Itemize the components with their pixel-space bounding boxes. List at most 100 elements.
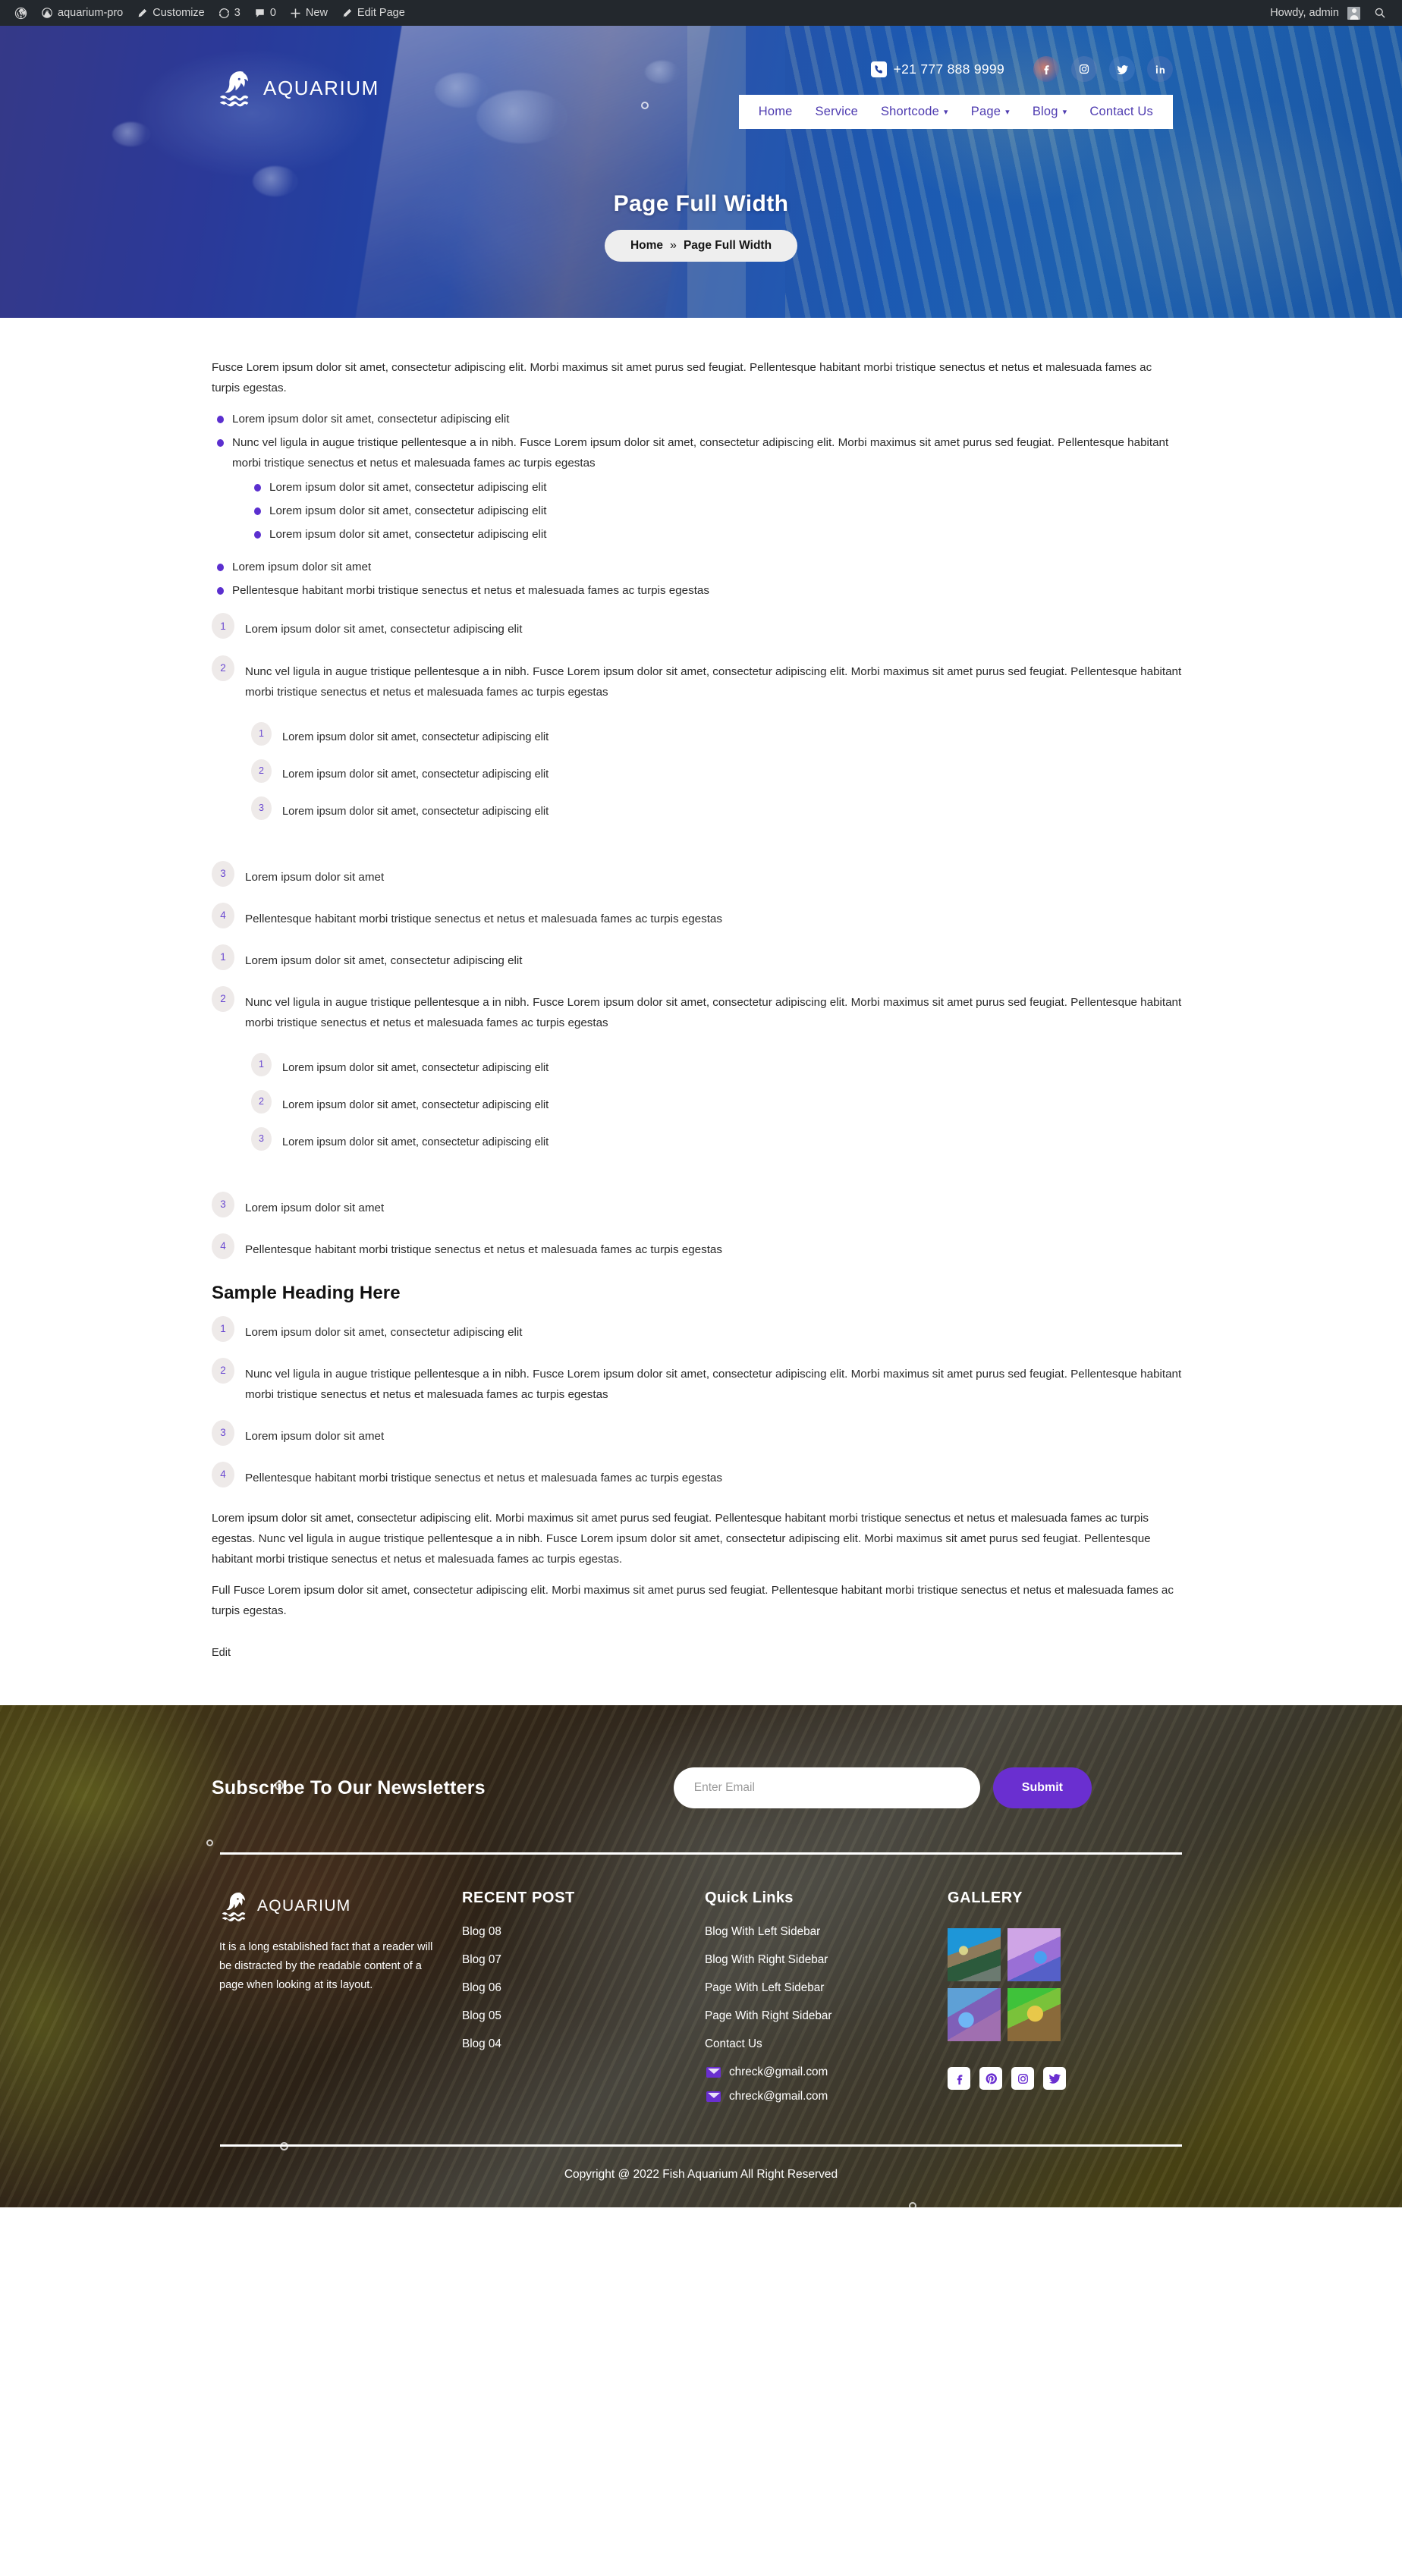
- list-item: 4 Pellentesque habitant morbi tristique …: [212, 1233, 1190, 1260]
- list-item: Page With Left Sidebar: [705, 1981, 948, 1995]
- nav-item-page[interactable]: Page ▾: [971, 105, 1010, 119]
- recent-post-link[interactable]: Blog 07: [462, 1953, 501, 1966]
- email-input[interactable]: [673, 1767, 980, 1809]
- list-item: Lorem ipsum dolor sit amet, consectetur …: [212, 409, 1190, 429]
- user-avatar-icon: [1347, 6, 1360, 20]
- footer-columns: AQUARIUM It is a long established fact t…: [212, 1855, 1190, 2144]
- comments-count: 0: [269, 7, 276, 19]
- nav-item-service[interactable]: Service: [816, 105, 858, 119]
- dolphin-logo-icon: [219, 1890, 251, 1923]
- list-number-badge: 1: [212, 944, 234, 970]
- recent-post-link[interactable]: Blog 04: [462, 2037, 501, 2050]
- quick-link[interactable]: Blog With Left Sidebar: [705, 1925, 820, 1938]
- list-item-text: Lorem ipsum dolor sit amet: [245, 1201, 385, 1214]
- admin-bar-left-group: aquarium-pro Customize 3 0 New Edit Page: [0, 0, 412, 26]
- instagram-icon[interactable]: [1011, 2067, 1034, 2091]
- list-number-badge: 3: [212, 860, 234, 887]
- facebook-icon[interactable]: [948, 2067, 970, 2091]
- header-contact-row: +21 777 888 9999: [870, 56, 1173, 82]
- breadcrumb-home-link[interactable]: Home: [630, 239, 663, 253]
- new-content-button[interactable]: New: [283, 0, 335, 26]
- header-top-row: AQUARIUM +21 777 888 9999 Home Service S…: [0, 26, 1402, 129]
- phone-icon: [870, 61, 887, 77]
- list-item-text: Lorem ipsum dolor sit amet, consectetur …: [282, 768, 549, 781]
- list-item: 2 Lorem ipsum dolor sit amet, consectetu…: [251, 759, 1190, 785]
- quick-links-list: Blog With Left Sidebar Blog With Right S…: [705, 1925, 948, 2051]
- page-content: Fusce Lorem ipsum dolor sit amet, consec…: [0, 318, 1402, 1706]
- list-item-text: Lorem ipsum dolor sit amet, consectetur …: [282, 805, 549, 818]
- footer-email-2[interactable]: chreck@gmail.com: [705, 2090, 948, 2103]
- nav-item-home[interactable]: Home: [759, 105, 793, 119]
- my-account-menu[interactable]: Howdy, admin: [1263, 0, 1367, 26]
- list-item-text: Nunc vel ligula in augue tristique pelle…: [245, 1367, 1182, 1401]
- edit-post-link[interactable]: Edit: [212, 1647, 231, 1659]
- gallery-thumb-blue-school[interactable]: [948, 1988, 1001, 2042]
- twitter-icon[interactable]: [1043, 2067, 1066, 2091]
- list-item: Blog 08: [462, 1925, 705, 1939]
- quick-link[interactable]: Blog With Right Sidebar: [705, 1953, 828, 1966]
- edit-page-button[interactable]: Edit Page: [335, 0, 412, 26]
- recent-post-heading: RECENT POST: [462, 1890, 575, 1907]
- quick-links-heading: Quick Links: [705, 1890, 794, 1907]
- list-item: Nunc vel ligula in augue tristique pelle…: [212, 432, 1190, 545]
- list-number-badge: 2: [212, 1357, 234, 1384]
- recent-post-link[interactable]: Blog 06: [462, 1981, 501, 1994]
- quick-link[interactable]: Page With Right Sidebar: [705, 2009, 832, 2022]
- list-item-text: Lorem ipsum dolor sit amet, consectetur …: [269, 481, 547, 495]
- recent-post-link[interactable]: Blog 08: [462, 1925, 501, 1938]
- dolphin-logo-icon: [216, 68, 256, 108]
- list-item: 2 Lorem ipsum dolor sit amet, consectetu…: [251, 1089, 1190, 1116]
- list-item-text: Lorem ipsum dolor sit amet, consectetur …: [245, 1325, 523, 1339]
- nav-item-blog[interactable]: Blog ▾: [1033, 105, 1067, 119]
- list-item: 2 Nunc vel ligula in augue tristique pel…: [212, 985, 1190, 1176]
- submit-button[interactable]: Submit: [992, 1767, 1092, 1809]
- list-item-text: Lorem ipsum dolor sit amet, consectetur …: [282, 1136, 549, 1148]
- newsletter-title: Subscribe To Our Newsletters: [212, 1776, 486, 1798]
- recent-post-link[interactable]: Blog 05: [462, 2009, 501, 2022]
- footer-email-1[interactable]: chreck@gmail.com: [705, 2066, 948, 2079]
- facebook-icon[interactable]: [1033, 56, 1059, 82]
- list-item: Lorem ipsum dolor sit amet, consectetur …: [249, 524, 1190, 545]
- site-logo-text: AQUARIUM: [263, 76, 379, 99]
- list-number-badge: 2: [251, 759, 272, 783]
- customize-button[interactable]: Customize: [130, 0, 212, 26]
- linkedin-icon[interactable]: [1147, 56, 1173, 82]
- list-item-text: Pellentesque habitant morbi tristique se…: [245, 912, 722, 925]
- admin-bar-search-button[interactable]: [1367, 0, 1393, 26]
- list-item: 2 Nunc vel ligula in augue tristique pel…: [212, 655, 1190, 846]
- footer-logo-text: AQUARIUM: [257, 1897, 351, 1915]
- updates-button[interactable]: 3: [212, 0, 247, 26]
- dashboard-icon: [41, 7, 53, 19]
- gallery-grid: [948, 1928, 1190, 2042]
- nav-label: Contact Us: [1089, 105, 1153, 118]
- nested-unordered-list: Lorem ipsum dolor sit amet, consectetur …: [249, 477, 1190, 545]
- gallery-thumb-purple-coral[interactable]: [1007, 1928, 1061, 1982]
- nav-item-shortcode[interactable]: Shortcode ▾: [881, 105, 948, 119]
- gallery-thumb-angelfish[interactable]: [948, 1928, 1001, 1982]
- quick-link[interactable]: Page With Left Sidebar: [705, 1981, 824, 1994]
- section-heading: Sample Heading Here: [212, 1282, 401, 1303]
- list-item: Lorem ipsum dolor sit amet, consectetur …: [249, 501, 1190, 521]
- footer-inner: Subscribe To Our Newsletters Submit AQUA…: [0, 1705, 1402, 2208]
- list-number-badge: 4: [212, 902, 234, 928]
- phone-number[interactable]: +21 777 888 9999: [870, 61, 1004, 77]
- site-name-menu[interactable]: aquarium-pro: [34, 0, 130, 26]
- comments-button[interactable]: 0: [247, 0, 283, 26]
- gallery-thumb-ram-cichlid[interactable]: [1007, 1988, 1061, 2042]
- list-item: 4 Pellentesque habitant morbi tristique …: [212, 902, 1190, 929]
- howdy-label: Howdy, admin: [1270, 7, 1339, 19]
- list-item-text: Lorem ipsum dolor sit amet, consectetur …: [269, 504, 547, 518]
- footer-logo[interactable]: AQUARIUM: [219, 1890, 462, 1923]
- content-inner: Fusce Lorem ipsum dolor sit amet, consec…: [212, 357, 1190, 1660]
- breadcrumb-separator-icon: »: [670, 239, 677, 252]
- list-item: 1 Lorem ipsum dolor sit amet, consectetu…: [212, 1315, 1190, 1343]
- instagram-icon[interactable]: [1071, 56, 1097, 82]
- quick-link[interactable]: Contact Us: [705, 2037, 762, 2050]
- twitter-icon[interactable]: [1109, 56, 1135, 82]
- pinterest-icon[interactable]: [979, 2067, 1002, 2091]
- list-item-text: Lorem ipsum dolor sit amet, consectetur …: [269, 528, 547, 542]
- list-item: Page With Right Sidebar: [705, 2009, 948, 2023]
- nav-item-contact-us[interactable]: Contact Us: [1089, 105, 1153, 119]
- site-logo[interactable]: AQUARIUM: [216, 68, 379, 108]
- wordpress-menu-button[interactable]: [8, 0, 34, 26]
